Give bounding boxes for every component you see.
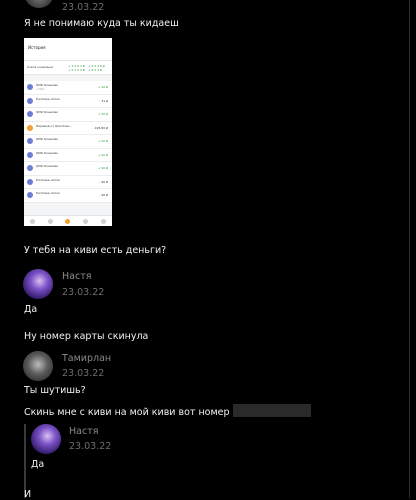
tab-dot-icon — [83, 218, 89, 224]
row-title: QIWI Кошелек — [36, 110, 59, 114]
screenshot-row: Purchase online - 90 ₽ — [24, 175, 112, 189]
tab-dot-icon — [30, 218, 36, 224]
payment-icon — [27, 138, 33, 144]
payment-icon — [27, 151, 33, 158]
message-text: Ну номер карты скинула — [24, 331, 149, 342]
avatar[interactable] — [23, 351, 53, 381]
screenshot-row: QIWI Кошелек + 50 ₽ — [24, 148, 112, 162]
quote-bar — [24, 424, 26, 498]
screenshot-title: История — [28, 45, 46, 50]
quote-text: Да — [31, 459, 45, 470]
attached-screenshot[interactable]: История Счета кошелька + 4 5 6 7 ₽ + 4 5… — [24, 38, 112, 226]
tab-dot-icon — [100, 218, 106, 224]
screenshot-row: QIWI Кошелек + 90 ₽ — [24, 162, 112, 176]
chat-area: 23.03.22 Я не понимаю куда ты кидаеш Ист… — [0, 0, 416, 500]
row-amount: - 31 ₽ — [99, 98, 108, 103]
author-name[interactable]: Тамирлан — [62, 353, 111, 364]
payment-icon — [27, 97, 33, 104]
screenshot-row: QIWI Кошелек +7985... + 90 ₽ — [24, 81, 112, 95]
row-title: QIWI Кошелек — [36, 137, 59, 141]
row-title: QIWI Кошелек — [36, 83, 59, 87]
screenshot-row: Purchase online - 90 ₽ — [24, 189, 112, 203]
row-title: QIWI Кошелек — [36, 164, 59, 168]
message-text: Скинь мне с киви на мой киви вот номер — [24, 407, 230, 418]
row-amount: + 30 ₽ — [97, 112, 108, 116]
row-subtitle: +7985... — [36, 87, 47, 91]
screenshot-balance: Счета кошелька + 4 5 6 7 ₽ + 4 5 9 8 ₽ +… — [24, 61, 112, 75]
balance-value: + 6 2 3 ₽ — [88, 68, 102, 72]
row-amount: + 90 ₽ — [97, 166, 108, 170]
screenshot-row: QIWI Кошелек + 50 ₽ — [24, 135, 112, 149]
author-name[interactable]: Настя — [62, 271, 91, 282]
panel-divider — [409, 0, 410, 498]
quote-author[interactable]: Настя — [69, 426, 98, 437]
tab-dot-icon — [47, 218, 53, 224]
screenshot-row: Перевод от Qiwi Кош... - 195.80 ₽ — [24, 121, 112, 135]
screenshot-row: Purchase online - 31 ₽ — [24, 94, 112, 108]
payment-icon — [27, 192, 33, 198]
row-title: Purchase online — [36, 96, 60, 101]
message-text: Я не понимаю куда ты кидаеш — [24, 18, 179, 29]
message-text: И — [24, 489, 32, 500]
avatar[interactable] — [23, 269, 53, 299]
balance-value: + 5 1 5 2 ₽ — [68, 68, 85, 72]
row-title: Purchase online — [36, 191, 60, 195]
quote-date: 23.03.22 — [69, 441, 112, 452]
message-date: 23.03.22 — [62, 2, 105, 13]
payment-icon — [27, 111, 33, 117]
message-text: Ты шутишь? — [24, 385, 86, 396]
row-amount: + 50 ₽ — [97, 139, 108, 143]
row-title: Purchase online — [36, 177, 60, 182]
message-date: 23.03.22 — [62, 287, 105, 298]
payment-icon — [27, 84, 33, 90]
balance-label: Счета кошелька — [27, 65, 53, 69]
payment-icon — [27, 178, 33, 185]
message-text: Да — [24, 304, 38, 315]
tab-dot-icon — [65, 218, 71, 224]
avatar[interactable] — [24, 0, 54, 8]
row-amount: + 90 ₽ — [97, 85, 108, 89]
row-amount: - 195.80 ₽ — [92, 125, 108, 130]
screenshot-rows: QIWI Кошелек +7985... + 90 ₽ Purchase onlin… — [24, 81, 112, 203]
payment-icon — [27, 124, 33, 131]
row-amount: - 90 ₽ — [99, 193, 108, 197]
message-text: У тебя на киви есть деньги? — [24, 245, 167, 256]
row-title: QIWI Кошелек — [36, 150, 59, 155]
redacted-number — [233, 404, 311, 417]
row-title: Перевод от Qiwi Кош... — [36, 123, 73, 128]
payment-icon — [27, 165, 33, 171]
avatar[interactable] — [31, 424, 61, 454]
message-date: 23.03.22 — [62, 368, 105, 379]
row-amount: - 90 ₽ — [99, 179, 108, 184]
screenshot-header: История — [24, 38, 112, 61]
screenshot-row: QIWI Кошелек + 30 ₽ — [24, 108, 112, 122]
screenshot-tabbar — [24, 215, 112, 226]
row-amount: + 50 ₽ — [97, 152, 108, 157]
